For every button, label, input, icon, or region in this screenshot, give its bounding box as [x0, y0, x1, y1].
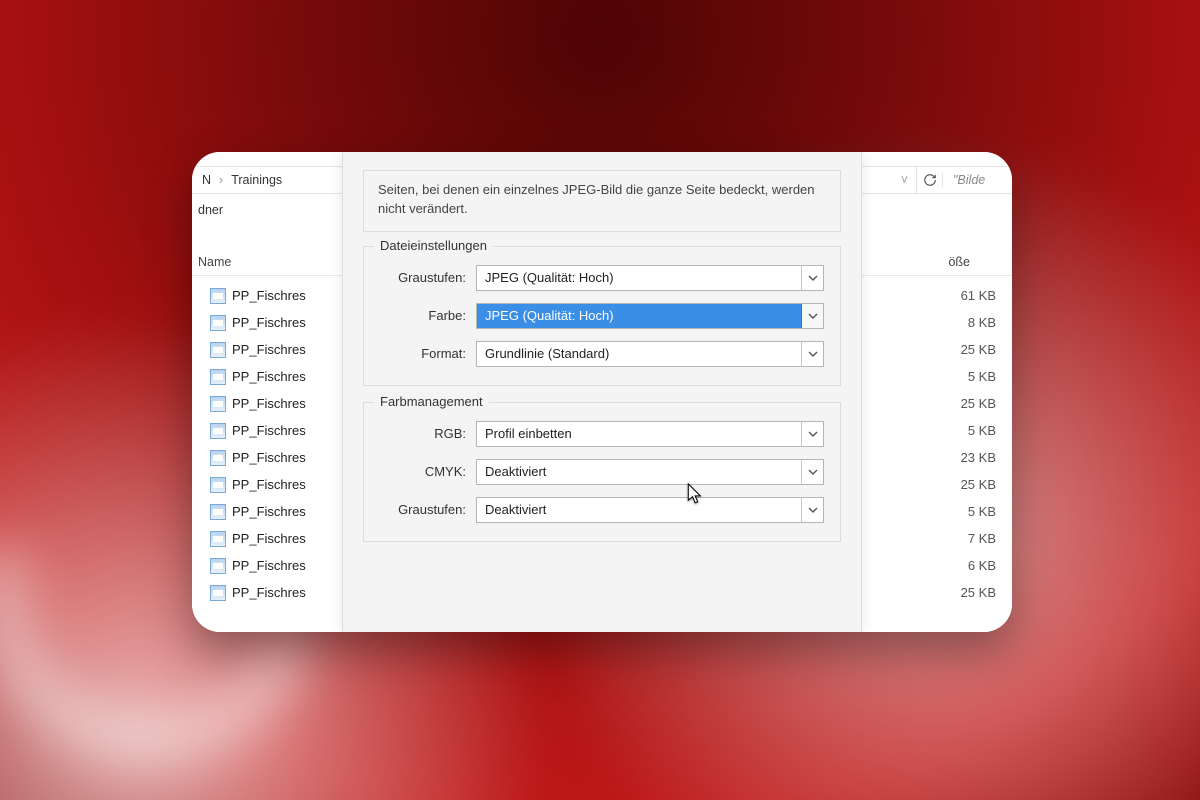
image-file-icon: [210, 423, 226, 439]
file-size-cell: 25 KB: [961, 579, 996, 606]
info-text: Seiten, bei denen ein einzelnes JPEG-Bil…: [363, 170, 841, 232]
file-settings-group: Dateieinstellungen Graustufen: JPEG (Qua…: [363, 246, 841, 386]
chevron-down-icon: [801, 342, 823, 366]
cmyk-value: Deaktiviert: [485, 464, 546, 479]
file-size-cell: 8 KB: [961, 309, 996, 336]
breadcrumb-separator: ›: [217, 173, 225, 187]
image-file-icon: [210, 504, 226, 520]
image-file-icon: [210, 315, 226, 331]
file-size-cell: 5 KB: [961, 498, 996, 525]
image-file-icon: [210, 558, 226, 574]
rgb-label: RGB:: [380, 426, 476, 441]
color-management-group: Farbmanagement RGB: Profil einbetten CMY…: [363, 402, 841, 542]
image-file-icon: [210, 288, 226, 304]
file-size-cell: 25 KB: [961, 336, 996, 363]
image-file-icon: [210, 369, 226, 385]
toolbar-label-fragment: dner: [192, 198, 223, 222]
refresh-button[interactable]: [916, 167, 942, 193]
search-input[interactable]: "Bilde: [942, 173, 1012, 187]
image-file-icon: [210, 396, 226, 412]
grayscale-label: Graustufen:: [380, 270, 476, 285]
dropdown-chevron-icon[interactable]: ˅: [901, 173, 916, 187]
file-size-cell: 25 KB: [961, 390, 996, 417]
image-file-icon: [210, 450, 226, 466]
chevron-down-icon: [801, 422, 823, 446]
file-size-cell: 6 KB: [961, 552, 996, 579]
chevron-down-icon: [801, 304, 823, 328]
grayscale-value: JPEG (Qualität: Hoch): [485, 270, 614, 285]
image-file-icon: [210, 342, 226, 358]
file-size-cell: 7 KB: [961, 525, 996, 552]
breadcrumb-current[interactable]: Trainings: [225, 173, 288, 187]
ui-card: N › Trainings ˅ "Bilde dner Name öße PP_…: [192, 152, 1012, 632]
cmyk-label: CMYK:: [380, 464, 476, 479]
file-size-cell: 61 KB: [961, 282, 996, 309]
file-size-cell: 5 KB: [961, 363, 996, 390]
column-size[interactable]: öße: [948, 255, 970, 269]
rgb-dropdown[interactable]: Profil einbetten: [476, 421, 824, 447]
chevron-down-icon: [801, 266, 823, 290]
image-file-icon: [210, 477, 226, 493]
format-label: Format:: [380, 346, 476, 361]
column-name[interactable]: Name: [198, 255, 231, 269]
grayscale2-dropdown[interactable]: Deaktiviert: [476, 497, 824, 523]
image-file-icon: [210, 531, 226, 547]
image-file-icon: [210, 585, 226, 601]
chevron-down-icon: [801, 498, 823, 522]
color-dropdown[interactable]: JPEG (Qualität: Hoch): [476, 303, 824, 329]
chevron-down-icon: [801, 460, 823, 484]
color-label: Farbe:: [380, 308, 476, 323]
color-management-legend: Farbmanagement: [374, 394, 489, 409]
format-value: Grundlinie (Standard): [485, 346, 609, 361]
rgb-value: Profil einbetten: [485, 426, 572, 441]
grayscale-dropdown[interactable]: JPEG (Qualität: Hoch): [476, 265, 824, 291]
file-settings-legend: Dateieinstellungen: [374, 238, 493, 253]
cmyk-dropdown[interactable]: Deaktiviert: [476, 459, 824, 485]
format-dropdown[interactable]: Grundlinie (Standard): [476, 341, 824, 367]
file-size-cell: 5 KB: [961, 417, 996, 444]
export-settings-dialog: Seiten, bei denen ein einzelnes JPEG-Bil…: [342, 152, 862, 632]
color-value: JPEG (Qualität: Hoch): [485, 308, 614, 323]
file-sizes-column: 61 KB 8 KB 25 KB 5 KB 25 KB 5 KB 23 KB 2…: [961, 282, 996, 606]
grayscale2-label: Graustufen:: [380, 502, 476, 517]
breadcrumb-fragment[interactable]: N: [196, 173, 217, 187]
file-size-cell: 25 KB: [961, 471, 996, 498]
file-size-cell: 23 KB: [961, 444, 996, 471]
grayscale2-value: Deaktiviert: [485, 502, 546, 517]
